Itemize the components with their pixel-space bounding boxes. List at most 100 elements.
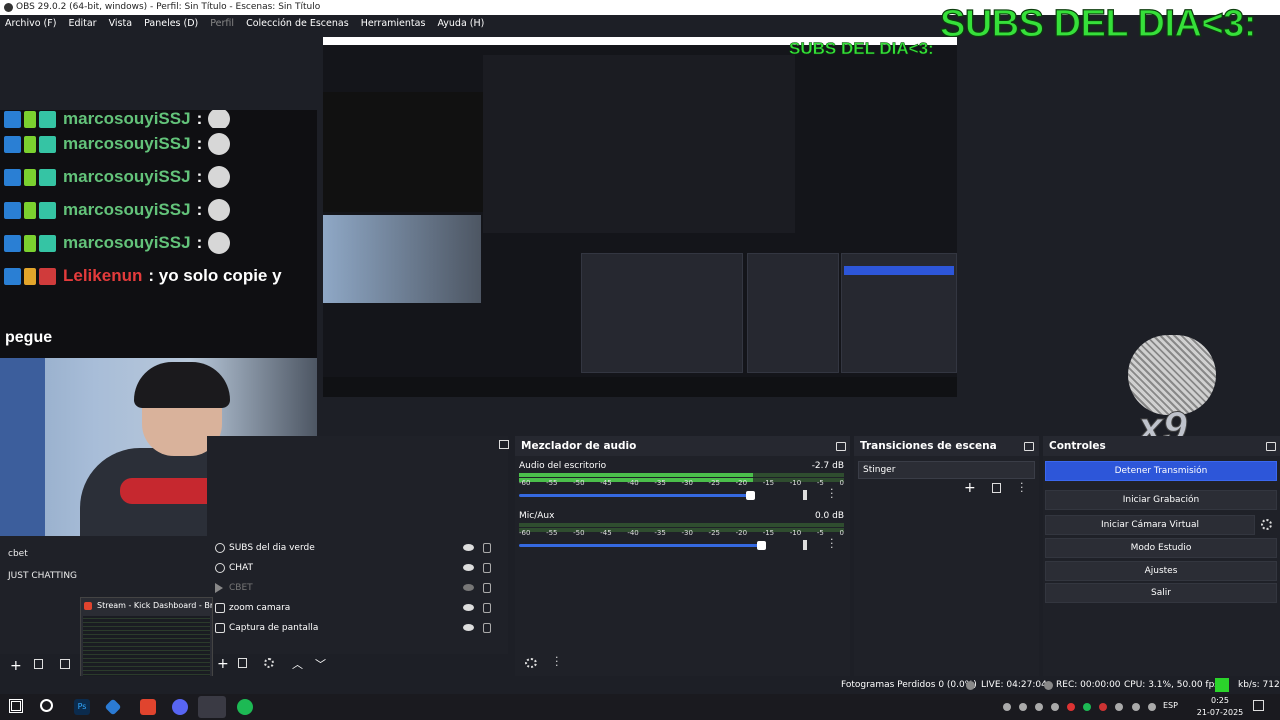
- emote-icon: [208, 232, 231, 254]
- advanced-audio-gear-icon[interactable]: [525, 658, 537, 668]
- visibility-eye-icon[interactable]: [463, 604, 474, 611]
- record-icon: [1044, 681, 1053, 690]
- tray-icon[interactable]: [1019, 703, 1027, 711]
- transition-select[interactable]: Stinger: [858, 461, 1035, 479]
- lock-icon[interactable]: [483, 563, 491, 573]
- menu-archivo[interactable]: Archivo (F): [5, 18, 56, 29]
- language-indicator[interactable]: ESP: [1163, 701, 1178, 710]
- windows-taskbar: Ps ESP 0:25 21-07-2025: [0, 694, 1280, 720]
- start-virtual-camera-button[interactable]: Iniciar Cámara Virtual: [1045, 515, 1255, 535]
- meter-tick-label: -5: [816, 479, 824, 487]
- tray-icon[interactable]: [1115, 703, 1123, 711]
- menu-vista[interactable]: Vista: [109, 18, 132, 29]
- status-bar: Fotogramas Perdidos 0 (0.0%) LIVE: 04:27…: [0, 676, 1280, 694]
- menu-perfil[interactable]: Perfil: [210, 18, 234, 29]
- tray-icon[interactable]: [1035, 703, 1043, 711]
- settings-button[interactable]: Ajustes: [1045, 561, 1277, 581]
- remove-transition-icon[interactable]: [992, 483, 1001, 493]
- source-item[interactable]: CBET: [207, 578, 508, 598]
- visibility-eye-icon[interactable]: [463, 544, 474, 551]
- speaker-icon[interactable]: [803, 540, 813, 550]
- notification-icon[interactable]: [1253, 700, 1264, 711]
- transition-menu-icon[interactable]: · · ·: [1020, 478, 1024, 497]
- add-source-icon[interactable]: +: [217, 656, 229, 672]
- sources-dock: SUBS del dia verde CHAT CBET zoom camara…: [207, 436, 509, 672]
- scene-item[interactable]: JUST CHATTING: [8, 571, 77, 581]
- filter-scene-icon[interactable]: [60, 659, 70, 669]
- tray-network-icon[interactable]: [1148, 703, 1156, 711]
- preview-canvas[interactable]: SUBS DEL DIA<3:: [323, 37, 957, 397]
- tray-icon[interactable]: [1051, 703, 1059, 711]
- lock-icon[interactable]: [483, 583, 491, 593]
- meter-tick-label: -55: [546, 479, 558, 487]
- volume-slider[interactable]: [519, 541, 766, 550]
- channel-menu-icon[interactable]: · · ·: [830, 534, 834, 553]
- lock-icon[interactable]: [483, 623, 491, 633]
- exit-button[interactable]: Salir: [1045, 583, 1277, 603]
- source-item[interactable]: SUBS del dia verde: [207, 538, 508, 558]
- chat-username: marcosouyiSSJ: [63, 134, 191, 153]
- virtual-camera-settings-gear-icon[interactable]: [1261, 519, 1272, 530]
- visibility-eye-icon[interactable]: [463, 624, 474, 631]
- obs-app-icon: [4, 3, 13, 12]
- source-properties-gear-icon[interactable]: [264, 658, 274, 668]
- lock-icon[interactable]: [483, 543, 491, 553]
- clock[interactable]: 0:25 21-07-2025: [1196, 695, 1244, 719]
- dock-float-icon[interactable]: [499, 440, 509, 449]
- meter-tick-label: -30: [681, 479, 693, 487]
- visibility-hidden-icon[interactable]: [463, 584, 474, 591]
- dock-float-icon[interactable]: [1024, 442, 1034, 451]
- chat-message: marcosouyiSSJ :: [4, 227, 231, 259]
- tray-icon[interactable]: [1003, 703, 1011, 711]
- remove-scene-icon[interactable]: [34, 659, 43, 669]
- dock-float-icon[interactable]: [1266, 442, 1276, 451]
- obs-taskbar-icon[interactable]: [198, 696, 226, 718]
- tray-spotify-icon[interactable]: [1083, 703, 1091, 711]
- scene-item[interactable]: cbet: [8, 549, 28, 559]
- start-recording-button[interactable]: Iniciar Grabación: [1045, 490, 1277, 510]
- add-scene-icon[interactable]: +: [10, 658, 22, 674]
- channel-menu-icon[interactable]: · · ·: [830, 484, 834, 503]
- volume-slider-knob[interactable]: [746, 491, 756, 500]
- menu-coleccion-escenas[interactable]: Colección de Escenas: [246, 18, 349, 29]
- speaker-icon[interactable]: [803, 490, 813, 500]
- lock-icon[interactable]: [483, 603, 491, 613]
- meter-tick-label: -45: [600, 529, 612, 537]
- source-item[interactable]: Captura de pantalla: [207, 618, 508, 638]
- menu-paneles[interactable]: Paneles (D): [144, 18, 198, 29]
- tray-icon[interactable]: [1067, 703, 1075, 711]
- menu-editar[interactable]: Editar: [68, 18, 96, 29]
- spotify-icon[interactable]: [237, 699, 253, 715]
- dock-float-icon[interactable]: [836, 442, 846, 451]
- menu-herramientas[interactable]: Herramientas: [361, 18, 426, 29]
- badge-icon: [39, 135, 56, 153]
- photoshop-icon[interactable]: Ps: [74, 699, 90, 715]
- move-up-icon[interactable]: ︿: [292, 656, 303, 672]
- discord-icon[interactable]: [172, 699, 188, 715]
- mixer-menu-icon[interactable]: · · ·: [555, 652, 559, 671]
- source-item[interactable]: CHAT: [207, 558, 508, 578]
- menu-ayuda[interactable]: Ayuda (H): [437, 18, 484, 29]
- tray-volume-icon[interactable]: [1132, 703, 1140, 711]
- move-down-icon[interactable]: ﹀: [315, 656, 326, 672]
- start-windows-icon[interactable]: [9, 699, 23, 713]
- studio-mode-button[interactable]: Modo Estudio: [1045, 538, 1277, 558]
- volume-slider-knob[interactable]: [757, 541, 766, 550]
- search-icon[interactable]: [40, 699, 53, 712]
- volume-slider[interactable]: [519, 491, 756, 500]
- meter-tick-label: -10: [789, 529, 802, 537]
- badge-icon: [39, 234, 56, 252]
- brave-icon[interactable]: [140, 699, 156, 715]
- source-item[interactable]: zoom camara: [207, 598, 508, 618]
- stop-streaming-button[interactable]: Detener Transmisión: [1045, 461, 1277, 481]
- chat-text: :: [196, 233, 203, 252]
- visibility-eye-icon[interactable]: [463, 564, 474, 571]
- add-transition-icon[interactable]: +: [964, 480, 976, 496]
- meter-scale: -60 -55 -50 -45 -40 -35 -30 -25 -20 -15 -10 -5 0: [519, 529, 844, 537]
- chat-text: : yo solo copie y: [148, 266, 282, 285]
- tray-icon[interactable]: [1099, 703, 1107, 711]
- webcam-person-hair: [134, 362, 230, 408]
- app-icon[interactable]: [104, 698, 122, 716]
- remove-source-icon[interactable]: [238, 658, 247, 668]
- meter-tick-label: -20: [735, 479, 748, 487]
